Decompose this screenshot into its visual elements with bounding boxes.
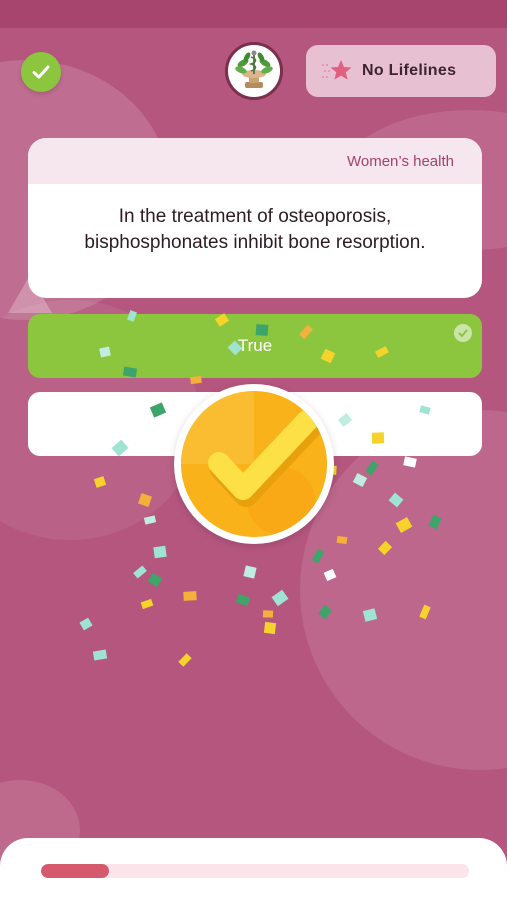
answer-label: True (237, 336, 273, 355)
medical-logo (235, 50, 273, 88)
confetti-piece (178, 653, 192, 667)
question-category: Women’s health (346, 152, 454, 170)
status-bar (0, 0, 507, 28)
quiz-screen: No Lifelines Women’s health In the treat… (0, 0, 507, 900)
app-logo (225, 42, 283, 100)
correct-check-icon (181, 391, 327, 537)
answer-true-button[interactable]: True (28, 314, 482, 378)
question-text: In the treatment of osteoporosis, bispho… (84, 206, 426, 253)
confetti-piece (79, 617, 93, 631)
confetti-piece (235, 593, 251, 607)
confetti-piece (243, 565, 257, 579)
confetti-piece (271, 589, 289, 607)
confetti-piece (262, 610, 274, 618)
confetti-piece (147, 572, 163, 588)
lifelines-label: No Lifelines (362, 62, 457, 79)
star-lifeline-icon (320, 57, 354, 85)
confetti-piece (140, 598, 154, 610)
confetti-piece (263, 621, 277, 635)
selected-check-icon (454, 324, 472, 342)
correct-status-button[interactable] (21, 52, 61, 92)
confetti-piece (183, 591, 197, 601)
correct-medal (174, 384, 334, 544)
check-icon (32, 65, 50, 79)
progress-fill (41, 864, 110, 878)
progress-bar (41, 864, 469, 878)
category-bar: Women’s health (28, 138, 482, 184)
confetti-piece (92, 649, 108, 661)
confetti-piece (133, 565, 147, 579)
question-card: Women’s health In the treatment of osteo… (28, 138, 482, 298)
confetti-piece (153, 545, 167, 559)
lifelines-button[interactable]: No Lifelines (306, 45, 496, 97)
